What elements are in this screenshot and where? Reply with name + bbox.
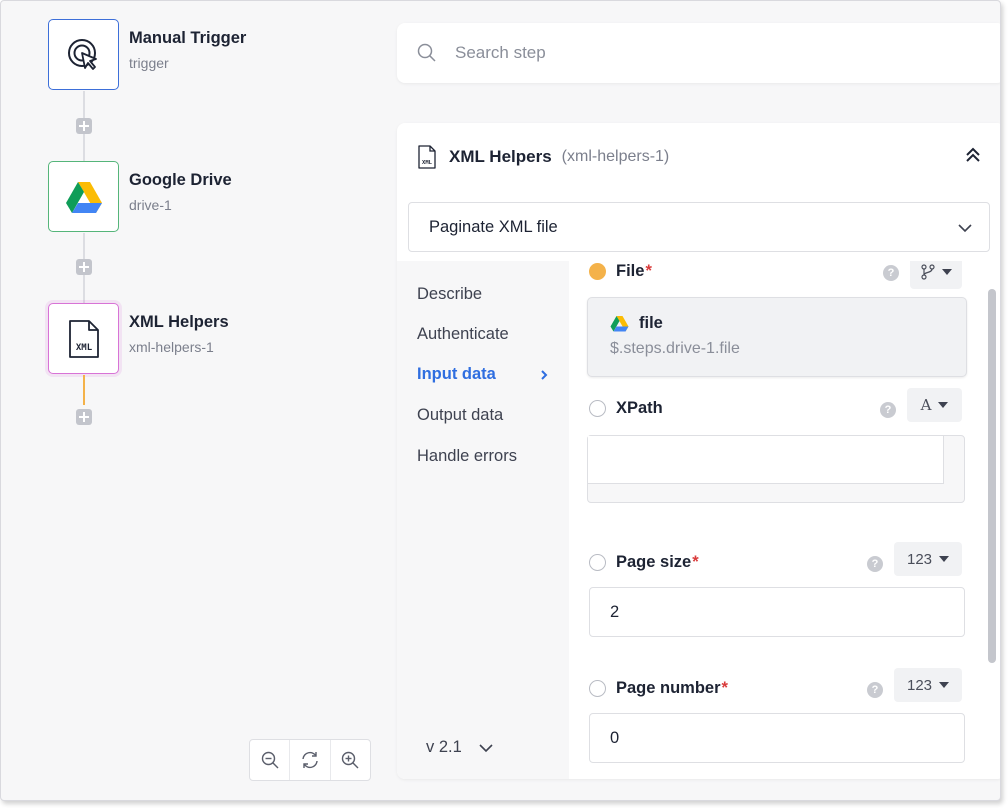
version-selector[interactable]: v 2.1 bbox=[426, 738, 494, 757]
node-title: Google Drive bbox=[129, 171, 232, 189]
field-label-text: Page size bbox=[616, 553, 692, 571]
field-label-text: File bbox=[616, 262, 645, 280]
field-status-dot bbox=[589, 400, 606, 417]
search-step-input[interactable] bbox=[455, 43, 855, 63]
search-step-bar bbox=[397, 23, 1000, 83]
app-frame: Manual Trigger trigger Google Drive driv… bbox=[0, 0, 1001, 801]
xml-icon-text: XML bbox=[422, 160, 433, 166]
menu-item-output-data[interactable]: Output data bbox=[417, 406, 503, 425]
chevron-down-icon bbox=[479, 743, 493, 752]
flow-node-manual-trigger[interactable] bbox=[48, 19, 119, 90]
help-icon[interactable]: ? bbox=[867, 556, 883, 572]
node-subtitle: xml-helpers-1 bbox=[129, 339, 214, 355]
zoom-out-icon bbox=[261, 751, 279, 769]
menu-item-describe[interactable]: Describe bbox=[417, 285, 482, 304]
chevron-right-icon bbox=[541, 370, 548, 380]
node-subtitle: trigger bbox=[129, 55, 169, 71]
field-label-page-size: Page size * bbox=[589, 553, 699, 572]
connector-line-active bbox=[83, 375, 85, 405]
file-reference-name: file bbox=[610, 314, 663, 333]
caret-down-icon bbox=[941, 269, 952, 275]
action-select-value: Paginate XML file bbox=[429, 217, 558, 236]
flow-node-xml-helpers[interactable]: XML bbox=[48, 303, 119, 374]
xpath-input[interactable] bbox=[588, 436, 944, 484]
zoom-in-button[interactable] bbox=[331, 740, 370, 780]
caret-down-icon bbox=[939, 556, 950, 562]
caret-down-icon bbox=[939, 682, 950, 688]
menu-item-label: Input data bbox=[417, 365, 496, 383]
menu-item-authenticate[interactable]: Authenticate bbox=[417, 325, 509, 344]
node-subtitle: drive-1 bbox=[129, 197, 172, 213]
type-label: 123 bbox=[906, 676, 933, 694]
file-reference-path: $.steps.drive-1.file bbox=[610, 340, 740, 357]
step-config-panel: XML XML Helpers (xml-helpers-1) Paginate… bbox=[397, 123, 1000, 779]
scrollbar-thumb[interactable] bbox=[988, 289, 996, 663]
help-icon[interactable]: ? bbox=[880, 402, 896, 418]
field-status-dot bbox=[589, 554, 606, 571]
refresh-icon bbox=[302, 751, 318, 769]
field-label-text: XPath bbox=[616, 399, 663, 417]
help-icon[interactable]: ? bbox=[867, 682, 883, 698]
page-number-input[interactable] bbox=[589, 713, 965, 763]
node-title: XML Helpers bbox=[129, 313, 229, 331]
field-label-text: Page number bbox=[616, 679, 721, 697]
zoom-controls bbox=[249, 739, 371, 781]
step-side-menu: Describe Authenticate Input data Output … bbox=[397, 261, 569, 779]
flow-node-google-drive[interactable] bbox=[48, 161, 119, 232]
menu-item-handle-errors[interactable]: Handle errors bbox=[417, 447, 517, 466]
menu-item-input-data[interactable]: Input data bbox=[417, 365, 548, 384]
caret-down-icon bbox=[938, 402, 949, 408]
version-label: v 2.1 bbox=[426, 738, 462, 756]
google-drive-icon bbox=[65, 181, 102, 213]
type-label: A bbox=[920, 396, 932, 414]
field-status-dot bbox=[589, 263, 606, 280]
xml-file-icon: XML bbox=[418, 145, 436, 169]
field-type-toggle-xpath[interactable]: A bbox=[907, 388, 962, 422]
file-reference-card[interactable]: file $.steps.drive-1.file bbox=[587, 297, 967, 377]
add-step-button[interactable] bbox=[76, 259, 92, 275]
reset-zoom-button[interactable] bbox=[290, 740, 331, 780]
chevron-down-icon bbox=[958, 224, 972, 233]
collapse-panel-button[interactable] bbox=[965, 147, 981, 168]
add-step-button[interactable] bbox=[76, 118, 92, 134]
zoom-in-icon bbox=[342, 751, 359, 769]
form-scrollbar[interactable] bbox=[985, 271, 999, 779]
field-label-file: File * bbox=[589, 262, 652, 281]
panel-step-id: (xml-helpers-1) bbox=[561, 148, 670, 165]
type-label: 123 bbox=[906, 550, 933, 568]
double-chevron-up-icon bbox=[966, 147, 980, 162]
panel-title: XML Helpers bbox=[449, 147, 552, 166]
field-type-toggle-page-number[interactable]: 123 bbox=[894, 668, 962, 702]
google-drive-icon bbox=[610, 316, 629, 332]
node-title: Manual Trigger bbox=[129, 29, 247, 47]
field-type-toggle-file[interactable] bbox=[910, 261, 962, 289]
add-step-button[interactable] bbox=[76, 409, 92, 425]
branch-icon bbox=[920, 264, 935, 280]
action-select[interactable]: Paginate XML file bbox=[408, 202, 990, 252]
cursor-click-icon bbox=[67, 38, 97, 70]
field-type-toggle-page-size[interactable]: 123 bbox=[894, 542, 962, 576]
xml-file-icon: XML bbox=[68, 319, 99, 358]
required-marker: * bbox=[692, 553, 699, 571]
panel-header: XML XML Helpers (xml-helpers-1) bbox=[397, 123, 1000, 191]
search-icon bbox=[417, 43, 436, 62]
field-label-xpath: XPath bbox=[589, 399, 663, 418]
field-status-dot bbox=[589, 680, 606, 697]
required-marker: * bbox=[645, 262, 652, 280]
xpath-editor bbox=[587, 435, 965, 503]
input-data-form: File * ? file $.steps.drive-1.file XPath… bbox=[569, 261, 1000, 779]
required-marker: * bbox=[721, 679, 728, 697]
help-icon[interactable]: ? bbox=[883, 265, 899, 281]
xml-icon-text: XML bbox=[75, 343, 92, 353]
page-size-input[interactable] bbox=[589, 587, 965, 637]
file-name-text: file bbox=[639, 314, 663, 332]
field-label-page-number: Page number * bbox=[589, 679, 728, 698]
zoom-out-button[interactable] bbox=[250, 740, 291, 780]
